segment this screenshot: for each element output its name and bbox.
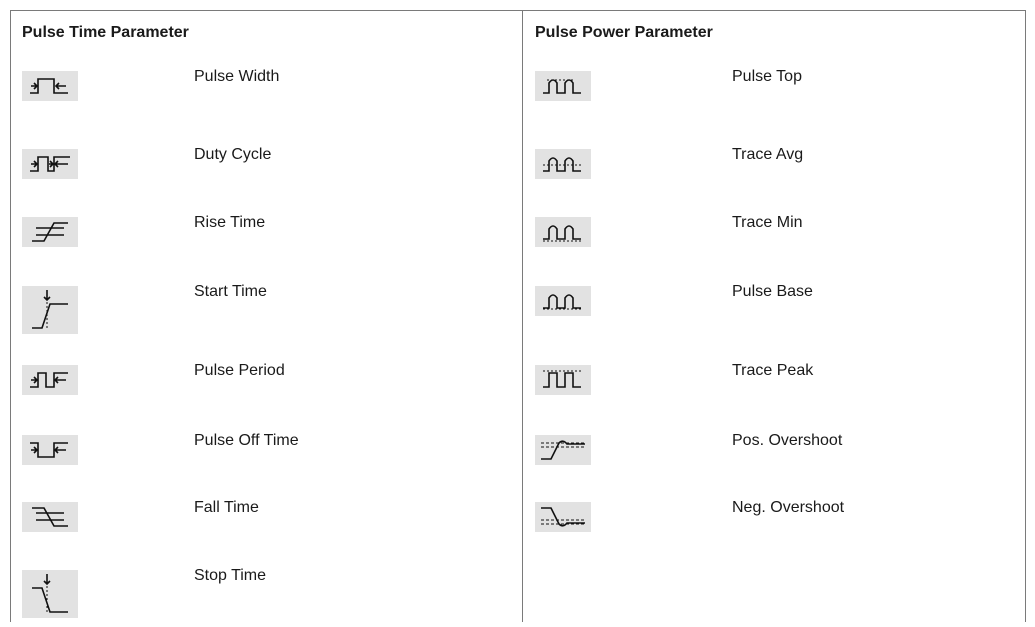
pulse-period-icon	[22, 365, 78, 395]
list-item-label: Neg. Overshoot	[732, 499, 845, 516]
list-item-label: Pulse Top	[732, 68, 802, 85]
list-item: Neg. Overshoot	[523, 499, 1025, 559]
list-item-label: Pulse Width	[194, 68, 280, 85]
neg-overshoot-icon	[535, 502, 591, 532]
list-item: Fall Time	[10, 499, 522, 559]
parameter-table: Pulse Time Parameter Pulse Width Duty Cy…	[10, 10, 1026, 622]
trace-peak-icon	[535, 365, 591, 395]
pulse-base-icon	[535, 286, 591, 316]
list-item: Rise Time	[10, 214, 522, 274]
pulse-top-icon	[535, 71, 591, 101]
list-item: Stop Time	[10, 567, 522, 627]
list-item: Pulse Period	[10, 362, 522, 422]
stop-time-icon	[22, 570, 78, 618]
list-item-label: Duty Cycle	[194, 146, 272, 163]
fall-time-icon	[22, 502, 78, 532]
list-item-label: Pos. Overshoot	[732, 432, 843, 449]
list-item: Trace Peak	[523, 362, 1025, 422]
trace-avg-icon	[535, 149, 591, 179]
list-item: Trace Min	[523, 214, 1025, 274]
pulse-power-header: Pulse Power Parameter	[535, 24, 713, 41]
list-item-label: Start Time	[194, 283, 267, 300]
list-item: Pulse Top	[523, 68, 1025, 128]
list-item-label: Trace Min	[732, 214, 803, 231]
list-item: Pulse Width	[10, 68, 522, 128]
list-item-label: Trace Avg	[732, 146, 804, 163]
trace-min-icon	[535, 217, 591, 247]
duty-cycle-icon	[22, 149, 78, 179]
list-item: Duty Cycle	[10, 146, 522, 206]
list-item: Pulse Off Time	[10, 432, 522, 492]
list-item-label: Pulse Period	[194, 362, 285, 379]
list-item: Start Time	[10, 283, 522, 343]
list-item: Pulse Base	[523, 283, 1025, 343]
pulse-time-header: Pulse Time Parameter	[22, 24, 189, 41]
list-item-label: Pulse Off Time	[194, 432, 299, 449]
list-item: Trace Avg	[523, 146, 1025, 206]
list-item-label: Stop Time	[194, 567, 267, 584]
pulse-width-icon	[22, 71, 78, 101]
list-item-label: Fall Time	[194, 499, 259, 516]
pos-overshoot-icon	[535, 435, 591, 465]
list-item: Pos. Overshoot	[523, 432, 1025, 492]
list-item-label: Pulse Base	[732, 283, 813, 300]
pulse-off-time-icon	[22, 435, 78, 465]
rise-time-icon	[22, 217, 78, 247]
list-item-label: Rise Time	[194, 214, 266, 231]
list-item-label: Trace Peak	[732, 362, 814, 379]
table-border-right	[1025, 11, 1026, 622]
start-time-icon	[22, 286, 78, 334]
